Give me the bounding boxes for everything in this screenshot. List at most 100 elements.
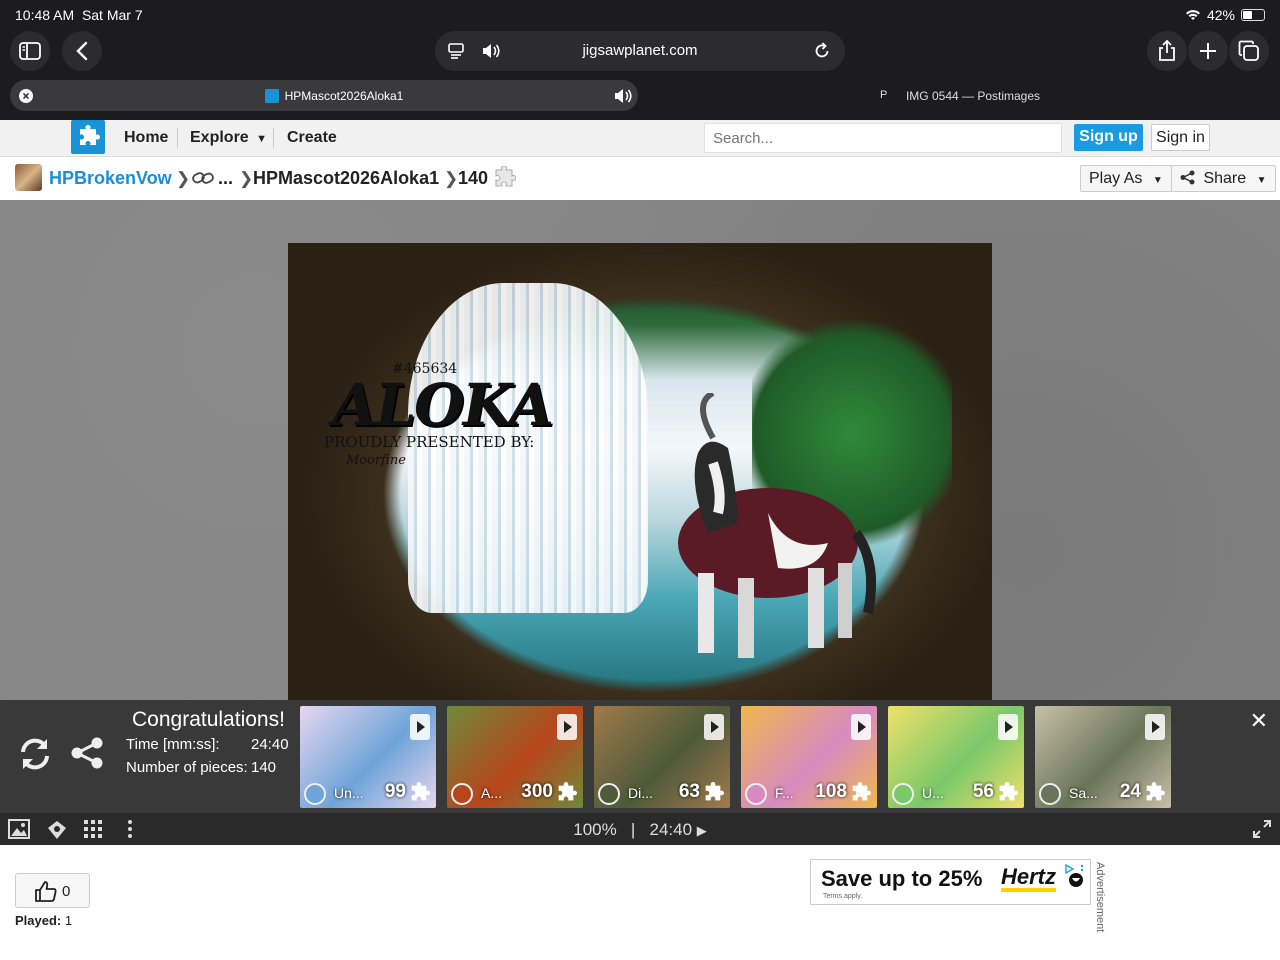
nav-explore[interactable]: Explore ▼ — [190, 129, 267, 147]
pieces-value: 140 — [251, 759, 277, 776]
jigsawplanet-logo-icon[interactable] — [71, 120, 105, 154]
close-icon[interactable]: ✕ — [1250, 708, 1268, 734]
address-bar[interactable]: jigsawplanet.com — [435, 31, 845, 71]
share-sheet-button[interactable] — [1147, 31, 1187, 71]
played-label: Played: — [15, 913, 62, 928]
sign-in-button[interactable]: Sign in — [1151, 124, 1210, 151]
play-as-label: Play As — [1089, 170, 1143, 187]
restart-icon[interactable] — [17, 736, 53, 772]
suggested-puzzle-card[interactable]: U... 56 — [888, 706, 1024, 808]
card-piece-count: 24 — [1119, 781, 1141, 802]
ad-terms: Terms apply. — [823, 893, 863, 900]
nav-divider — [177, 128, 178, 148]
tab-audio-icon[interactable] — [613, 87, 633, 105]
timer-value: 24:40 — [649, 820, 693, 839]
nav-explore-label: Explore — [190, 129, 249, 146]
like-button[interactable]: 0 — [15, 873, 90, 908]
play-icon[interactable] — [851, 714, 871, 740]
nav-home[interactable]: Home — [124, 129, 168, 147]
back-button[interactable] — [62, 31, 102, 71]
play-icon[interactable] — [410, 714, 430, 740]
play-icon[interactable] — [998, 714, 1018, 740]
plus-icon — [1200, 43, 1216, 59]
nav-create[interactable]: Create — [287, 129, 337, 147]
reload-icon[interactable] — [813, 42, 831, 60]
thumbs-up-icon — [35, 881, 57, 902]
time-value: 24:40 — [251, 736, 289, 753]
sidebar-toggle-button[interactable] — [10, 31, 50, 71]
tab-other-title: IMG 0544 — Postimages — [905, 89, 1041, 103]
user-avatar[interactable] — [15, 164, 42, 191]
play-icon[interactable] — [1145, 714, 1165, 740]
completion-panel: Congratulations! Time [mm:ss]: 24:40 Num… — [0, 700, 1280, 813]
caret-down-icon: ▼ — [256, 133, 268, 145]
ad-label: Advertisement — [1094, 862, 1106, 933]
status-clock: 10:48 AM Sat Mar 7 — [15, 7, 143, 23]
suggested-puzzle-card[interactable]: A... 300 — [447, 706, 583, 808]
author-avatar — [1039, 783, 1061, 805]
play-triangle-icon[interactable]: ▶ — [697, 823, 707, 838]
battery-percent: 42% — [1206, 7, 1235, 23]
ad-headline: Save up to 25% — [821, 866, 983, 891]
played-count: Played: 1 — [15, 913, 72, 928]
puzzle-title-text: ALOKA — [326, 371, 558, 439]
share-nodes-icon[interactable] — [70, 736, 104, 770]
card-title: F... — [775, 785, 794, 801]
share-nodes-icon — [1180, 170, 1195, 185]
breadcrumb: HPBrokenVow ❯ ... ❯ HPMascot2026Aloka1 ❯… — [0, 157, 1280, 200]
play-as-button[interactable]: Play As ▼ — [1080, 165, 1172, 192]
link-icon — [192, 172, 214, 184]
wifi-icon — [1185, 10, 1200, 20]
status-date: Sat Mar 7 — [81, 7, 143, 23]
site-navbar: Home Explore ▼ Create Sign up Sign in — [0, 120, 1280, 157]
search-input[interactable] — [704, 123, 1062, 153]
tabs-overview-button[interactable] — [1229, 31, 1269, 71]
card-meta: U... 56 — [888, 781, 1024, 808]
suggested-puzzle-card[interactable]: Un... 99 — [300, 706, 436, 808]
puzzle-presented-text: PROUDLY PRESENTED BY: — [324, 433, 535, 451]
suggested-puzzle-card[interactable]: Di... 63 — [594, 706, 730, 808]
card-piece-count: 56 — [972, 781, 994, 802]
breadcrumb-user[interactable]: HPBrokenVow — [49, 168, 172, 189]
card-piece-count: 63 — [678, 781, 700, 802]
suggested-puzzle-card[interactable]: Sa... 24 — [1035, 706, 1171, 808]
breadcrumb-piece-count: 140 — [458, 168, 489, 188]
status-indicators: 42% — [1185, 7, 1265, 23]
card-title: Un... — [334, 785, 364, 801]
puzzle-piece-icon — [1146, 782, 1165, 801]
puzzle-piece-icon — [558, 782, 577, 801]
status-bar: 10:48 AM Sat Mar 7 42% — [15, 7, 1265, 25]
completed-puzzle-image[interactable]: #465634 ALOKA PROUDLY PRESENTED BY: Moor… — [288, 243, 992, 700]
adchoices-icon[interactable] — [1064, 863, 1086, 889]
card-meta: Di... 63 — [594, 781, 730, 808]
breadcrumb-ellipsis[interactable]: ... — [218, 168, 233, 189]
puzzle-piece-icon — [495, 166, 516, 187]
puzzle-piece-icon — [852, 782, 871, 801]
play-icon[interactable] — [557, 714, 577, 740]
tab-active[interactable]: HPMascot2026Aloka1 — [10, 80, 638, 111]
author-avatar — [451, 783, 473, 805]
card-meta: Un... 99 — [300, 781, 436, 808]
played-value: 1 — [64, 913, 73, 928]
suggested-puzzle-card[interactable]: F... 108 — [741, 706, 877, 808]
share-icon — [1159, 40, 1175, 61]
share-button[interactable]: Share ▼ — [1171, 165, 1276, 192]
congrats-title: Congratulations! — [132, 708, 285, 731]
fullscreen-icon[interactable] — [1252, 819, 1272, 839]
sidebar-icon — [19, 42, 41, 60]
zoom-level[interactable]: 100% — [573, 820, 616, 839]
author-avatar — [892, 783, 914, 805]
author-avatar — [745, 783, 767, 805]
new-tab-button[interactable] — [1188, 31, 1228, 71]
time-label: Time [mm:ss]: — [126, 736, 220, 753]
caret-down-icon: ▼ — [1152, 175, 1163, 186]
toolbar-status: 100% | 24:40 ▶ — [0, 820, 1280, 840]
advertisement-banner[interactable]: Save up to 25% Hertz Terms apply. — [810, 859, 1091, 905]
card-title: A... — [481, 785, 503, 801]
author-avatar — [304, 783, 326, 805]
tabs-icon — [1238, 40, 1259, 61]
play-icon[interactable] — [704, 714, 724, 740]
tab-postimages[interactable]: P IMG 0544 — Postimages — [640, 80, 1270, 111]
sign-up-button[interactable]: Sign up — [1074, 124, 1143, 151]
chevron-right-icon: ❯ — [239, 169, 254, 188]
